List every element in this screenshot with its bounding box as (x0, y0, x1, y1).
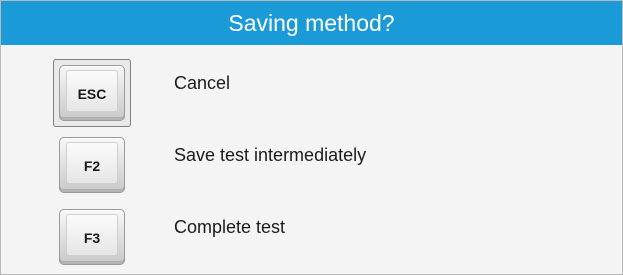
save-intermediately-label[interactable]: Save test intermediately (174, 145, 366, 166)
complete-test-label[interactable]: Complete test (174, 217, 285, 238)
dialog-title: Saving method? (1, 1, 622, 45)
key-label: F2 (83, 158, 101, 174)
key-label: F3 (83, 230, 101, 246)
esc-key-button[interactable]: ESC (59, 65, 125, 121)
key-label: ESC (77, 86, 107, 102)
f2-key-button[interactable]: F2 (59, 137, 125, 193)
option-cancel[interactable]: ESC Cancel (1, 59, 622, 131)
option-save-intermediately[interactable]: F2 Save test intermediately (1, 133, 622, 203)
saving-method-dialog: Saving method? ESC Cancel F2 Save test i… (0, 0, 623, 275)
option-complete-test[interactable]: F3 Complete test (1, 205, 622, 275)
f3-key-button[interactable]: F3 (59, 209, 125, 265)
cancel-label[interactable]: Cancel (174, 73, 230, 94)
